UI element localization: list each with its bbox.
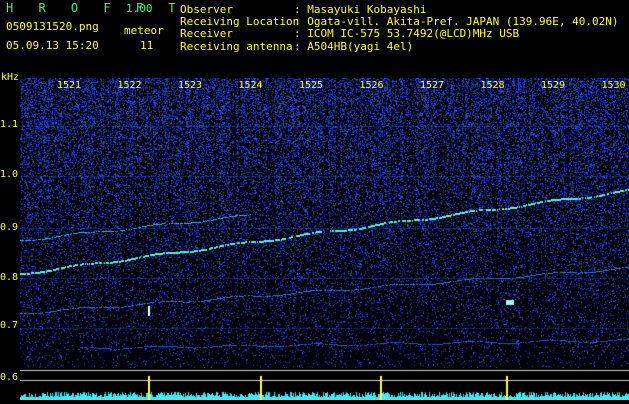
receiver-value: : ICOM IC-575 53.7492(@LCD)MHz USB xyxy=(294,27,520,40)
lower-band-panel xyxy=(20,368,629,400)
header-panel: H R O F F T 1.00 0509131520.png 05.09.13… xyxy=(0,0,629,72)
antenna-value: : A504HB(yagi 4el) xyxy=(294,40,414,53)
filename: 0509131520.png xyxy=(6,20,99,33)
lower-band-canvas xyxy=(20,368,629,400)
app-version: 1.00 xyxy=(126,2,153,15)
meteor-count: 11 xyxy=(140,39,154,52)
minute-tick-label: 1523 xyxy=(178,80,203,91)
minute-tick-label: 1521 xyxy=(57,80,82,91)
freq-tick-label: 1.0 xyxy=(0,169,19,180)
minute-tick-label: 1526 xyxy=(359,80,384,91)
receiver-label: Receiver xyxy=(180,27,233,40)
datetime: 05.09.13 15:20 xyxy=(6,39,99,52)
freq-tick-label: 0.9 xyxy=(0,222,19,233)
antenna-label: Receiving antenna xyxy=(180,40,293,53)
spectrogram-canvas xyxy=(20,78,629,368)
freq-tick-label: 1.1 xyxy=(0,119,19,130)
minute-tick-label: 1524 xyxy=(238,80,263,91)
minute-tick-label: 1530 xyxy=(601,80,626,91)
freq-tick-label: 0.8 xyxy=(0,272,19,283)
meteor-label: meteor xyxy=(124,24,164,37)
freq-tick-label: 0.6 xyxy=(0,372,19,383)
minute-tick-label: 1528 xyxy=(480,80,505,91)
freq-unit-label: kHz xyxy=(1,72,20,83)
minute-tick-label: 1522 xyxy=(117,80,142,91)
app-title: H R O F F T xyxy=(6,1,185,15)
minute-tick-label: 1529 xyxy=(541,80,566,91)
minute-tick-label: 1527 xyxy=(420,80,445,91)
minute-tick-label: 1525 xyxy=(299,80,324,91)
freq-tick-label: 0.7 xyxy=(0,320,19,331)
